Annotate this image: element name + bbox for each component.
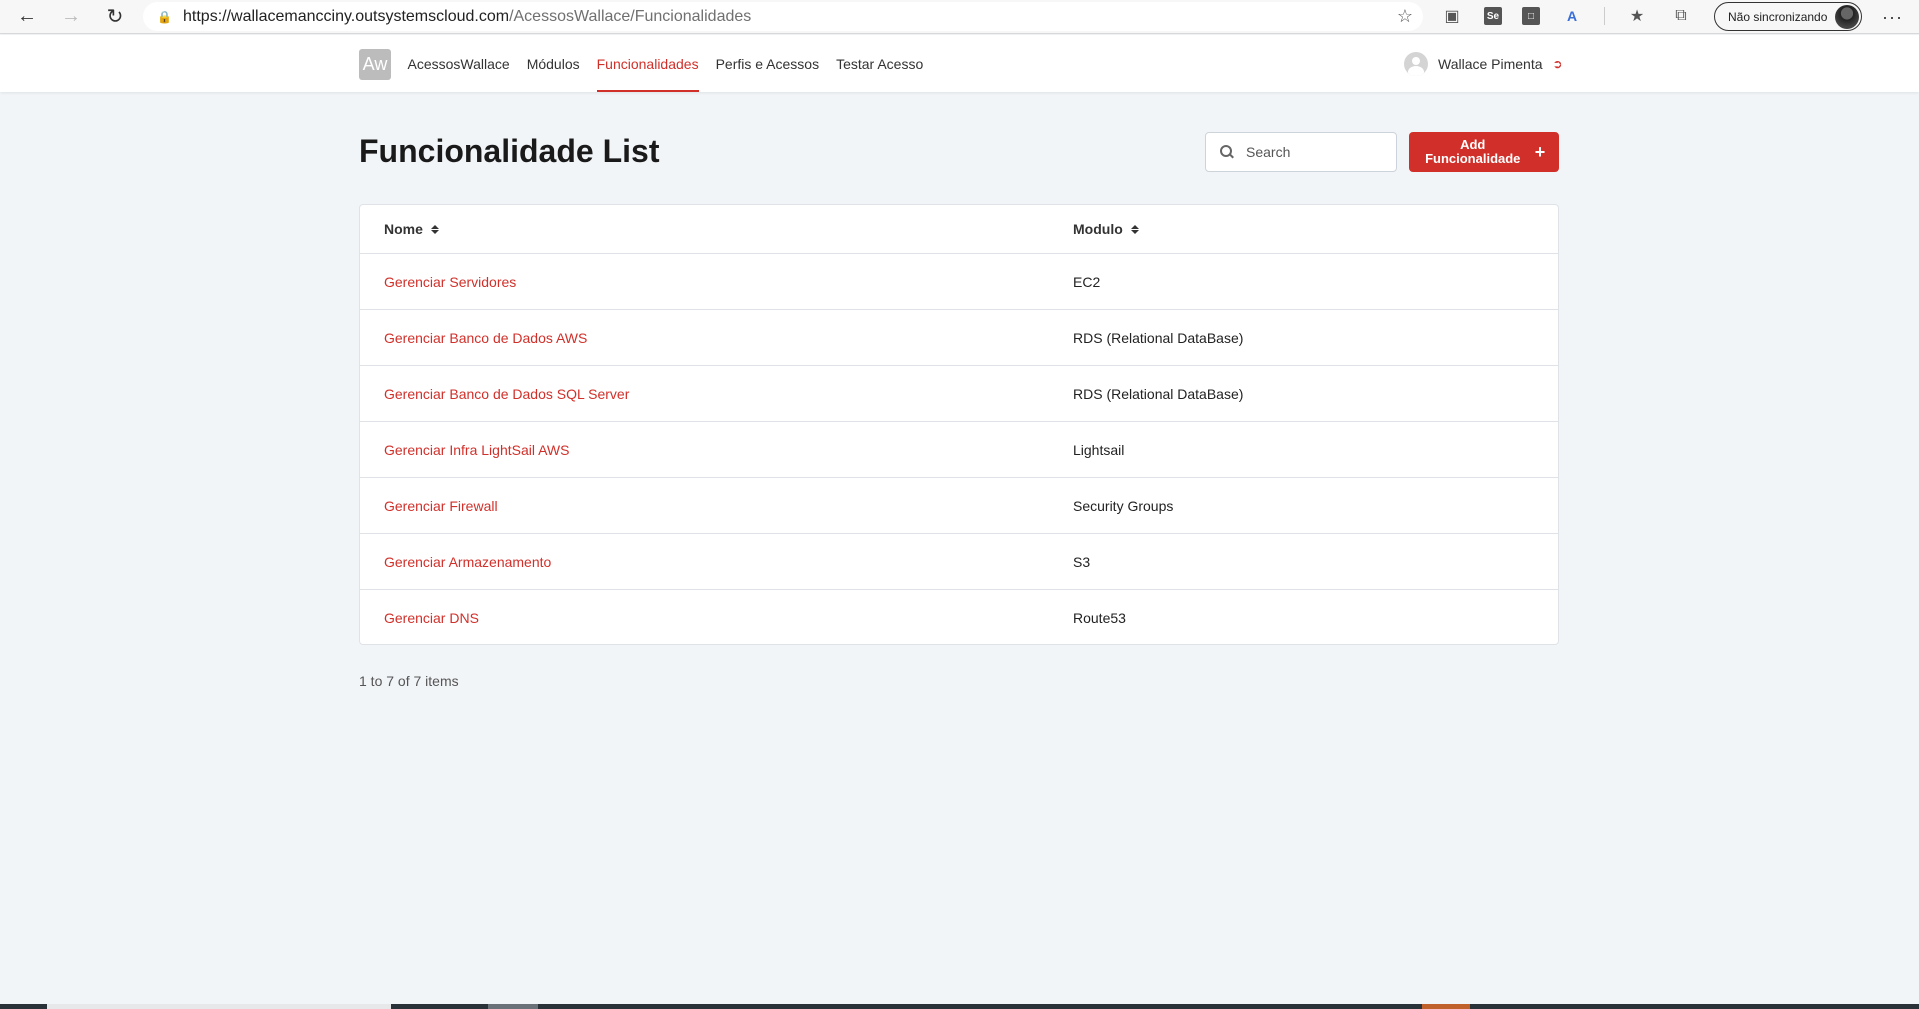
sync-label: Não sincronizando — [1728, 9, 1828, 24]
profile-avatar — [1835, 5, 1860, 29]
app-header: Aw AcessosWallace Módulos Funcionalidade… — [0, 35, 1919, 92]
main-menu: AcessosWallace Módulos Funcionalidades P… — [399, 35, 932, 92]
funcionalidade-table: Nome Modulo Gerenciar Servidores EC2 Ger… — [359, 204, 1559, 645]
address-bar[interactable]: 🔒 https://wallacemancciny.outsystemsclou… — [143, 2, 1423, 31]
menu-item-funcionalidades[interactable]: Funcionalidades — [588, 35, 707, 92]
column-header-modulo[interactable]: Modulo — [1073, 221, 1139, 237]
funcionalidade-link[interactable]: Gerenciar Infra LightSail AWS — [384, 442, 569, 458]
table-header: Nome Modulo — [360, 205, 1558, 254]
more-options-icon[interactable]: ··· — [1882, 7, 1903, 28]
url-text: https://wallacemancciny.outsystemscloud.… — [183, 8, 751, 26]
funcionalidade-link[interactable]: Gerenciar Armazenamento — [384, 554, 551, 570]
column-header-label: Modulo — [1073, 221, 1123, 237]
url-host: https://wallacemancciny.outsystemscloud.… — [183, 7, 510, 25]
module-cell: Route53 — [1073, 610, 1126, 626]
add-funcionalidade-button[interactable]: Add Funcionalidade + — [1409, 132, 1559, 172]
user-info: Wallace Pimenta ➲ — [1404, 52, 1563, 76]
module-cell: RDS (Relational DataBase) — [1073, 386, 1244, 402]
user-name[interactable]: Wallace Pimenta — [1438, 56, 1543, 72]
sort-icon — [430, 224, 439, 234]
column-header-nome[interactable]: Nome — [384, 221, 439, 237]
funcionalidade-link[interactable]: Gerenciar Banco de Dados AWS — [384, 330, 587, 346]
menu-item-testar-acesso[interactable]: Testar Acesso — [828, 35, 932, 92]
module-cell: RDS (Relational DataBase) — [1073, 330, 1244, 346]
selenium-extension-icon[interactable]: Se — [1484, 7, 1502, 25]
search-icon — [1220, 145, 1234, 159]
favorite-add-icon[interactable]: ☆ — [1397, 6, 1413, 27]
funcionalidade-link[interactable]: Gerenciar Firewall — [384, 498, 498, 514]
taskbar-segment — [47, 1004, 391, 1009]
funcionalidade-link[interactable]: Gerenciar Servidores — [384, 274, 516, 290]
app-logo[interactable]: Aw — [359, 49, 391, 80]
taskbar-strip — [0, 1004, 1919, 1009]
taskbar-segment — [488, 1004, 538, 1009]
sort-icon — [1130, 224, 1139, 234]
url-path: /AcessosWallace/Funcionalidades — [509, 7, 752, 25]
module-cell: S3 — [1073, 554, 1091, 570]
collections-icon[interactable]: ⧉ — [1669, 4, 1693, 28]
module-cell: Lightsail — [1073, 442, 1125, 458]
logout-icon[interactable]: ➲ — [1553, 57, 1563, 71]
user-avatar — [1404, 52, 1428, 76]
search-box — [1205, 132, 1397, 172]
plus-icon: + — [1534, 141, 1546, 162]
back-arrow-icon[interactable]: ← — [12, 2, 42, 32]
lock-icon: 🔒 — [157, 9, 172, 24]
browser-toolbar: ← → ↻ 🔒 https://wallacemancciny.outsyste… — [0, 0, 1919, 34]
extension-icons: ▣ Se □ A ★ ⧉ — [1440, 4, 1693, 28]
table-row: Gerenciar Armazenamento S3 — [360, 534, 1558, 590]
menu-item-acessoswallace[interactable]: AcessosWallace — [399, 35, 518, 92]
column-header-label: Nome — [384, 221, 423, 237]
funcionalidade-link[interactable]: Gerenciar DNS — [384, 610, 479, 626]
module-cell: Security Groups — [1073, 498, 1174, 514]
taskbar-segment — [1422, 1004, 1470, 1009]
funcionalidade-link[interactable]: Gerenciar Banco de Dados SQL Server — [384, 386, 629, 402]
table-row: Gerenciar Infra LightSail AWS Lightsail — [360, 422, 1558, 478]
table-row: Gerenciar DNS Route53 — [360, 590, 1558, 646]
favorites-icon[interactable]: ★ — [1625, 4, 1649, 28]
add-button-label: Add Funcionalidade — [1425, 137, 1521, 166]
table-row: Gerenciar Banco de Dados SQL Server RDS … — [360, 366, 1558, 422]
module-cell: EC2 — [1073, 274, 1101, 290]
menu-item-modulos[interactable]: Módulos — [518, 35, 588, 92]
extension-icon[interactable]: □ — [1522, 7, 1540, 25]
reload-icon[interactable]: ↻ — [100, 2, 130, 32]
extension-icon[interactable]: ▣ — [1440, 4, 1464, 28]
menu-item-perfis-e-acessos[interactable]: Perfis e Acessos — [707, 35, 828, 92]
toolbar-divider — [1604, 7, 1605, 25]
forward-arrow-icon[interactable]: → — [56, 2, 86, 32]
table-row: Gerenciar Firewall Security Groups — [360, 478, 1558, 534]
table-row: Gerenciar Banco de Dados AWS RDS (Relati… — [360, 310, 1558, 366]
translate-icon[interactable]: A — [1560, 4, 1584, 28]
page-title: Funcionalidade List — [359, 133, 660, 169]
profile-sync-button[interactable]: Não sincronizando — [1714, 2, 1863, 31]
search-input[interactable] — [1246, 144, 1386, 160]
pagination-count: 1 to 7 of 7 items — [359, 673, 459, 689]
table-row: Gerenciar Servidores EC2 — [360, 254, 1558, 310]
